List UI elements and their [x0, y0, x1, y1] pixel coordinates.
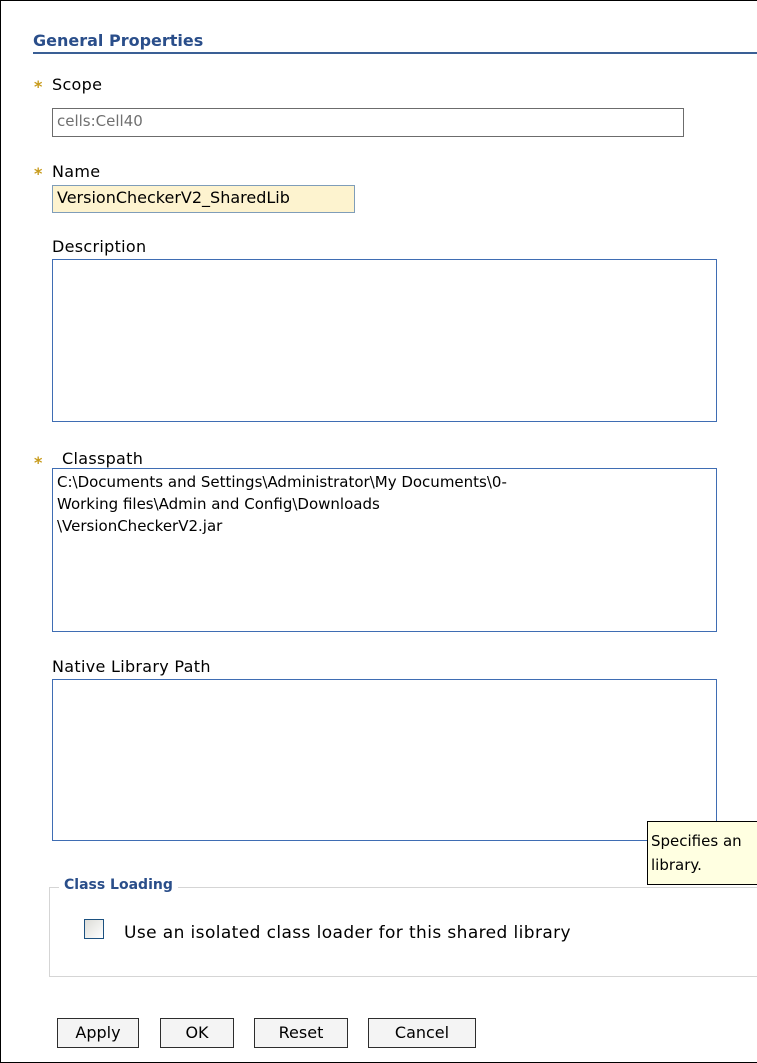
description-value [53, 260, 716, 264]
native-library-path-value [53, 680, 716, 684]
tooltip-line-2: library. [651, 856, 702, 874]
name-value: VersionCheckerV2_SharedLib [57, 188, 290, 207]
required-star-icon: * [34, 453, 43, 472]
isolated-class-loader-checkbox[interactable] [84, 919, 104, 939]
native-library-path-label: Native Library Path [52, 657, 211, 676]
reset-button[interactable]: Reset [254, 1018, 348, 1048]
ok-button[interactable]: OK [160, 1018, 234, 1048]
apply-button[interactable]: Apply [57, 1018, 139, 1048]
class-loading-legend: Class Loading [59, 877, 178, 893]
native-library-path-textarea[interactable] [52, 679, 717, 841]
section-title: General Properties [33, 31, 204, 50]
name-label: Name [52, 162, 101, 181]
classpath-label: Classpath [62, 449, 144, 468]
scope-label: Scope [52, 75, 103, 94]
tooltip-line-1: Specifies an [651, 832, 742, 850]
description-textarea[interactable] [52, 259, 717, 422]
name-input[interactable]: VersionCheckerV2_SharedLib [52, 185, 355, 213]
description-label: Description [52, 237, 147, 256]
classpath-textarea[interactable]: C:\Documents and Settings\Administrator\… [52, 468, 717, 632]
scope-value: cells:Cell40 [57, 112, 143, 130]
scope-field: cells:Cell40 [52, 108, 684, 137]
required-star-icon: * [34, 77, 43, 96]
cancel-button[interactable]: Cancel [368, 1018, 476, 1048]
section-divider [33, 52, 757, 54]
classpath-value: C:\Documents and Settings\Administrator\… [57, 473, 507, 535]
isolated-class-loader-label[interactable]: Use an isolated class loader for this sh… [124, 923, 571, 943]
tooltip: Specifies an library. [647, 821, 757, 885]
required-star-icon: * [34, 164, 43, 183]
